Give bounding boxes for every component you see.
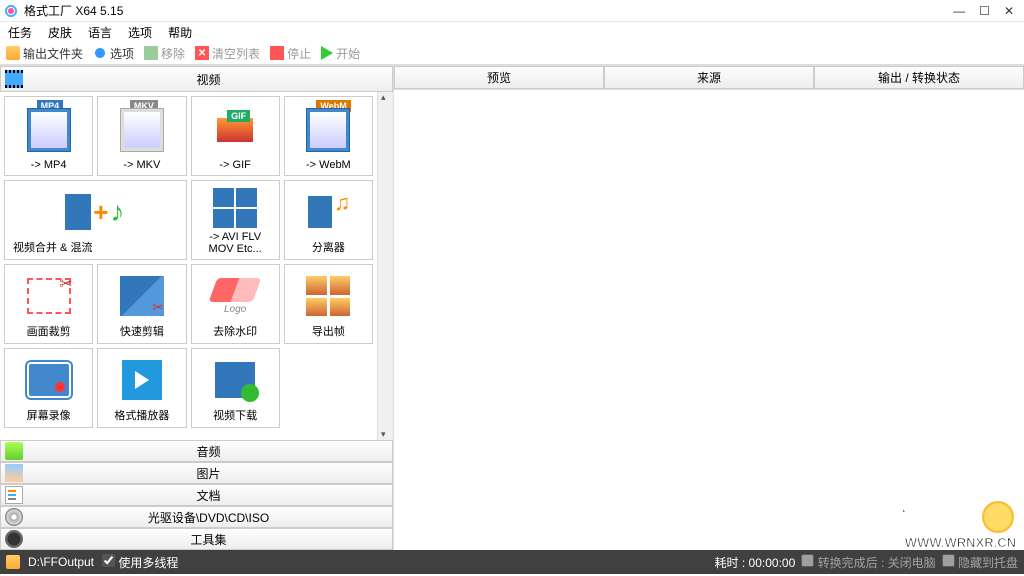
tile-quick-cut[interactable]: 快速剪辑 (97, 264, 186, 344)
document-icon (5, 486, 23, 504)
options-icon (93, 46, 107, 60)
minimize-button[interactable]: — (953, 4, 965, 18)
status-bar: D:\FFOutput 使用多线程 耗时 : 00:00:00 转换完成后 : … (0, 550, 1024, 574)
tile-remove-watermark[interactable]: Logo去除水印 (191, 264, 280, 344)
category-tools[interactable]: 工具集 (0, 528, 393, 550)
menu-help[interactable]: 帮助 (168, 24, 192, 41)
tile-avi-etc[interactable]: -> AVI FLV MOV Etc... (191, 180, 280, 260)
category-video[interactable]: 视频 (0, 66, 393, 92)
app-logo-icon (4, 4, 18, 18)
scrollbar[interactable] (377, 92, 393, 440)
emoji-icon (980, 499, 1016, 535)
category-disc[interactable]: 光驱设备\DVD\CD\ISO (0, 506, 393, 528)
category-image[interactable]: 图片 (0, 462, 393, 484)
tools-icon (5, 530, 23, 548)
output-folder-button[interactable]: 输出文件夹 (6, 45, 83, 62)
stop-button[interactable]: 停止 (270, 45, 311, 62)
list-header: 预览 来源 输出 / 转换状态 (394, 66, 1024, 90)
tile-gif[interactable]: GIF-> GIF (191, 96, 280, 176)
tray-toggle[interactable]: 隐藏到托盘 (942, 554, 1018, 571)
film-icon (5, 70, 23, 88)
stop-icon (270, 46, 284, 60)
close-button[interactable]: ✕ (1004, 4, 1014, 18)
window-title: 格式工厂 X64 5.15 (24, 2, 123, 19)
menu-options[interactable]: 选项 (128, 24, 152, 41)
folder-icon (6, 555, 20, 569)
image-icon (5, 464, 23, 482)
clear-icon: ✕ (195, 46, 209, 60)
start-button[interactable]: 开始 (321, 45, 360, 62)
disc-icon (5, 508, 23, 526)
col-preview[interactable]: 预览 (394, 66, 604, 89)
toolbar: 输出文件夹 选项 移除 ✕清空列表 停止 开始 (0, 42, 1024, 66)
after-convert-toggle[interactable]: 转换完成后 : 关闭电脑 (801, 554, 935, 571)
menu-language[interactable]: 语言 (88, 24, 112, 41)
elapsed-time: 耗时 : 00:00:00 (715, 554, 796, 571)
folder-icon (6, 46, 20, 60)
col-source[interactable]: 来源 (604, 66, 814, 89)
multithread-toggle[interactable]: 使用多线程 (102, 554, 178, 571)
right-panel: 预览 来源 输出 / 转换状态 (394, 66, 1024, 550)
left-panel: 视频 MP4-> MP4 MKV-> MKV GIF-> GIF WebM-> … (0, 66, 394, 550)
play-icon (321, 46, 333, 60)
category-document[interactable]: 文档 (0, 484, 393, 506)
options-button[interactable]: 选项 (93, 45, 134, 62)
tile-splitter[interactable]: ♫分离器 (284, 180, 373, 260)
tile-screen-record[interactable]: 屏幕录像 (4, 348, 93, 428)
menu-skin[interactable]: 皮肤 (48, 24, 72, 41)
tile-mp4[interactable]: MP4-> MP4 (4, 96, 93, 176)
title-bar: 格式工厂 X64 5.15 — ☐ ✕ (0, 0, 1024, 22)
tile-crop[interactable]: 画面裁剪 (4, 264, 93, 344)
watermark: 仙人小站 WWW.WRNXR.CN (862, 495, 1016, 550)
menu-bar: 任务 皮肤 语言 选项 帮助 (0, 22, 1024, 42)
remove-icon (144, 46, 158, 60)
category-audio[interactable]: 音频 (0, 440, 393, 462)
tile-merge[interactable]: +♪视频合并 & 混流 (4, 180, 187, 260)
tile-export-frames[interactable]: 导出帧 (284, 264, 373, 344)
task-list-body[interactable] (394, 90, 1024, 550)
remove-button[interactable]: 移除 (144, 45, 185, 62)
output-path[interactable]: D:\FFOutput (28, 555, 94, 569)
video-tiles-grid: MP4-> MP4 MKV-> MKV GIF-> GIF WebM-> Web… (0, 92, 377, 440)
audio-icon (5, 442, 23, 460)
clear-list-button[interactable]: ✕清空列表 (195, 45, 260, 62)
maximize-button[interactable]: ☐ (979, 4, 990, 18)
tile-webm[interactable]: WebM-> WebM (284, 96, 373, 176)
menu-task[interactable]: 任务 (8, 24, 32, 41)
tile-mkv[interactable]: MKV-> MKV (97, 96, 186, 176)
col-status[interactable]: 输出 / 转换状态 (814, 66, 1024, 89)
tile-download[interactable]: 视频下载 (191, 348, 280, 428)
tile-player[interactable]: 格式播放器 (97, 348, 186, 428)
